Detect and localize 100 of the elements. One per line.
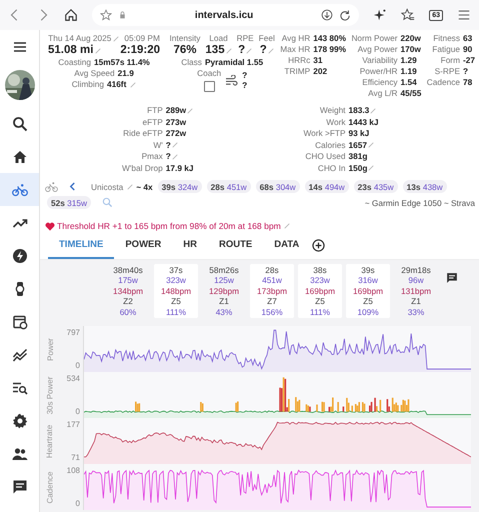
lock-icon [118, 9, 127, 21]
stat-label: W' [152, 140, 163, 151]
metric-value: ? [260, 44, 267, 57]
activity-name: Unicosta [91, 182, 124, 192]
interval-chip[interactable]: 68s 304w [256, 180, 300, 193]
stat-value: ? [166, 140, 171, 151]
stat-label: Max HR [280, 44, 310, 55]
stat-label: TRIMP [283, 66, 310, 77]
stat-label: Fitness [432, 33, 460, 44]
stat-value: 93 kJ [348, 128, 370, 140]
heart-icon [45, 222, 55, 230]
stat-value: 220w [400, 33, 422, 44]
interval-card[interactable]: 28s 451w 173bpm Z7 156% [250, 264, 294, 318]
coach-checkbox[interactable] [204, 81, 215, 92]
stat-value: 21.9 [118, 68, 134, 79]
interval-summary: ~ 4x [136, 182, 153, 192]
sparkle-icon[interactable] [373, 8, 388, 22]
stat-value: 1443 kJ [348, 116, 378, 128]
stat-label: CHO In [316, 162, 346, 174]
axis-tick: 108 [66, 466, 80, 475]
search-icon [12, 116, 28, 132]
axis-tick: 177 [66, 420, 80, 429]
stat-value: 381g [348, 151, 368, 162]
distance-value: 51.08 mi [48, 44, 94, 57]
stat-value: 1.54 [400, 77, 418, 88]
stat-label: CHO Used [304, 151, 346, 162]
lightning-icon [12, 248, 28, 264]
comment-icon[interactable] [446, 272, 458, 284]
stat-label: Norm Power [351, 33, 398, 44]
tab[interactable]: ROUTE [208, 235, 264, 259]
stat-label: W'bal Drop [122, 162, 163, 174]
bicycle-icon[interactable] [45, 180, 58, 192]
stat-label: Pmax [140, 151, 163, 162]
star-icon[interactable] [100, 9, 112, 21]
stat-label: Avg L/R [367, 88, 398, 99]
stat-value: 15m57s 11.4% [94, 57, 150, 68]
interval-card[interactable]: 38s 323w 169bpm Z5 111% [298, 264, 342, 318]
interval-card[interactable]: 37s 323w 148bpm Z5 111% [154, 264, 198, 318]
calendar-icon [12, 314, 28, 330]
stat-value: 143 80% [313, 33, 346, 44]
address-bar[interactable]: intervals.icu [92, 4, 360, 26]
source-text: ~ Garmin Edge 1050 ~ Strava [364, 198, 475, 208]
back-icon[interactable] [69, 182, 76, 191]
stat-value: ? [462, 66, 470, 77]
tab[interactable]: HR [172, 235, 208, 259]
stat-value: 78 [462, 77, 474, 88]
stat-label: Efficiency [361, 77, 398, 88]
stat-label: HRRc [287, 55, 310, 66]
people-icon [12, 446, 28, 462]
axis-title: Power [46, 338, 54, 360]
stat-label: Cadence [426, 77, 460, 88]
bookmarks-icon[interactable] [401, 8, 416, 22]
axis-tick: 797 [66, 328, 80, 337]
threshold-note: Threshold HR +1 to 165 bpm from 98% of 20m at 168 bpm [57, 221, 281, 231]
download-icon[interactable] [321, 9, 334, 21]
menu-icon[interactable] [457, 8, 471, 22]
url-text: intervals.icu [194, 10, 254, 20]
home-icon [12, 148, 28, 164]
stat-value: ? [166, 151, 171, 162]
tab[interactable]: DATA [263, 235, 310, 259]
metric-label: Intensity [170, 33, 200, 44]
stat-value: 1657 [348, 140, 367, 151]
chat-icon [12, 478, 28, 494]
axis-title: Cadence [46, 470, 54, 504]
tab[interactable]: POWER [114, 235, 172, 259]
interval-chip[interactable]: 13s 438w [402, 180, 447, 193]
wind-icon [225, 74, 238, 86]
interval-chip[interactable]: 39s 324w [158, 180, 202, 193]
stat-value: -27 [462, 55, 475, 66]
metric-value: ? [238, 44, 246, 57]
reload-icon[interactable] [339, 9, 352, 21]
stat-label: Weight [318, 105, 346, 116]
add-icon[interactable] [312, 239, 326, 252]
interval-card[interactable]: 29m18s 96w 131bpm Z1 33% [394, 264, 438, 318]
metric-label: RPE [236, 33, 254, 44]
stat-value: 178 99% [313, 44, 346, 55]
stat-label: Form [440, 55, 460, 66]
stat-value: 202 [313, 66, 328, 77]
interval-card[interactable]: 38m40s 175w 134bpm Z2 60% [106, 264, 150, 318]
stat-label: Class [181, 57, 202, 68]
stat-label: Avg HR [280, 33, 310, 44]
interval-card[interactable]: 58m26s 125w 129bpm Z1 43% [202, 264, 246, 318]
stat-value: 416ft [106, 79, 126, 90]
home-icon[interactable] [64, 8, 78, 22]
interval-chip[interactable]: 14s 494w [304, 180, 349, 193]
stat-label: Power/HR [358, 66, 398, 77]
settings-icon [12, 412, 28, 428]
bicycle-icon [12, 182, 28, 198]
stat-value: 45/55 [400, 88, 422, 99]
interval-card[interactable]: 39s 316w 169bpm Z5 109% [346, 264, 390, 318]
stat-label: Coasting [58, 57, 91, 68]
stat-value: 90 [462, 44, 474, 55]
stat-value: Pyramidal 1.55 [204, 57, 264, 68]
activity-date: Thu 14 Aug 2025 [48, 33, 112, 44]
interval-chip[interactable]: 23s 435w [354, 180, 398, 193]
metric-value: 76% [173, 44, 196, 57]
interval-chip[interactable]: 52s 315w [47, 196, 91, 209]
stat-label: FTP [146, 105, 163, 116]
interval-chip[interactable]: 28s 451w [206, 180, 251, 193]
metric-value: 135 [205, 44, 225, 57]
